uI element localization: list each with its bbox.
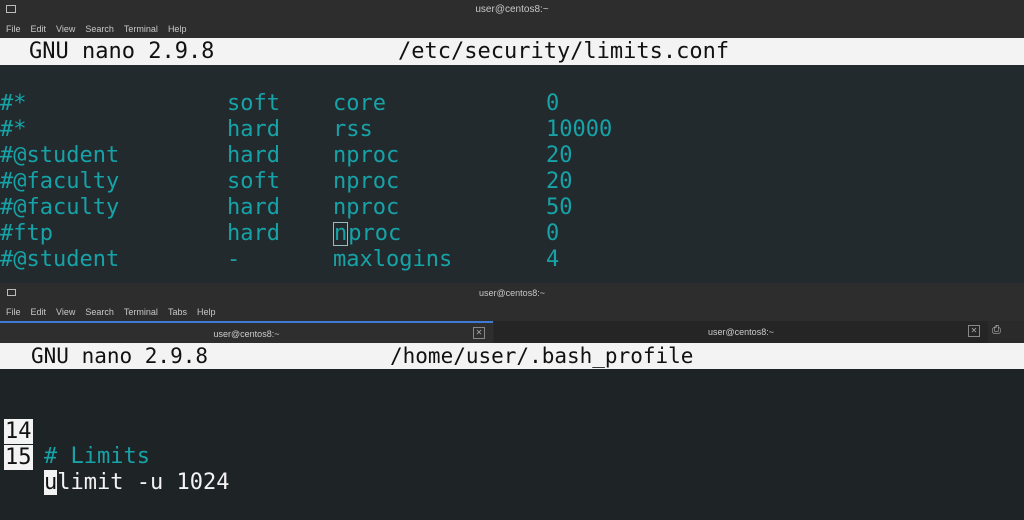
value-cell: 50 bbox=[546, 195, 573, 220]
domain-cell: #* bbox=[0, 117, 27, 142]
value-cell: 4 bbox=[546, 247, 560, 272]
front-window-menubar: File Edit View Search Terminal Tabs Help bbox=[0, 303, 1024, 321]
front-terminal-window[interactable]: user@centos8:~ File Edit View Search Termina… bbox=[0, 283, 1024, 495]
menu-search[interactable]: Search bbox=[85, 307, 114, 317]
domain-cell: #ftp bbox=[0, 221, 53, 246]
domain-cell: #@student bbox=[0, 143, 120, 168]
menu-search[interactable]: Search bbox=[85, 24, 114, 34]
line-number: 15 bbox=[4, 445, 33, 470]
menu-help[interactable]: Help bbox=[197, 307, 216, 317]
type-cell: soft bbox=[227, 169, 280, 194]
menu-edit[interactable]: Edit bbox=[31, 24, 47, 34]
item-cell: nproc bbox=[333, 195, 400, 220]
type-cell: hard bbox=[227, 195, 280, 220]
text-cursor: u bbox=[44, 470, 58, 495]
type-cell: - bbox=[227, 247, 241, 272]
editor-line: 14 # Limits bbox=[0, 394, 150, 469]
nano-version: GNU nano 2.9.8 bbox=[29, 39, 215, 64]
nano-filename: /home/user/.bash_profile bbox=[390, 344, 694, 368]
type-cell: hard bbox=[227, 221, 280, 246]
editor-body[interactable]: 14 # Limits 15 ulimit -u 1024 bbox=[0, 369, 1024, 495]
item-cell-rest: proc bbox=[348, 221, 402, 246]
type-cell: hard bbox=[227, 117, 280, 142]
menu-terminal[interactable]: Terminal bbox=[124, 24, 158, 34]
value-cell: 20 bbox=[546, 143, 573, 168]
nano-version: GNU nano 2.9.8 bbox=[31, 344, 209, 368]
tab-label: user@centos8:~ bbox=[708, 327, 774, 337]
menu-file[interactable]: File bbox=[6, 24, 21, 34]
domain-cell: #* bbox=[0, 91, 27, 116]
item-cell: nproc bbox=[333, 143, 400, 168]
item-cell: rss bbox=[333, 117, 373, 142]
value-cell: 10000 bbox=[546, 117, 613, 142]
close-tab-icon[interactable]: ✕ bbox=[473, 327, 485, 339]
menu-edit[interactable]: Edit bbox=[31, 307, 47, 317]
front-window-title: user@centos8:~ bbox=[479, 288, 545, 298]
line-text: ulimit -u 1024 bbox=[44, 470, 229, 495]
line-text-rest: limit -u 1024 bbox=[57, 470, 230, 495]
menu-tabs[interactable]: Tabs bbox=[168, 307, 187, 317]
menu-file[interactable]: File bbox=[6, 307, 21, 317]
limits-row: #@faculty hard nproc 50 bbox=[0, 195, 573, 221]
limits-row: #@student - maxlogins 4 bbox=[0, 247, 559, 273]
text-cursor: n bbox=[333, 221, 349, 246]
back-window-title: user@centos8:~ bbox=[475, 4, 549, 15]
type-cell: soft bbox=[227, 91, 280, 116]
tab-active[interactable]: user@centos8:~ ✕ bbox=[0, 321, 493, 345]
item-cell-with-cursor: nproc bbox=[333, 221, 401, 246]
front-window-titlebar[interactable]: user@centos8:~ bbox=[0, 283, 1024, 303]
close-tab-icon[interactable]: ✕ bbox=[968, 325, 980, 337]
tab-menu-icon[interactable]: ⎙ bbox=[992, 324, 1006, 338]
tab-bar: user@centos8:~ ✕ user@centos8:~ ✕ ⎙ bbox=[0, 321, 1024, 345]
limits-row: #* hard rss 10000 bbox=[0, 117, 612, 143]
menu-terminal[interactable]: Terminal bbox=[124, 307, 158, 317]
tab-inactive[interactable]: user@centos8:~ ✕ bbox=[494, 321, 988, 343]
menu-help[interactable]: Help bbox=[168, 24, 187, 34]
value-cell: 20 bbox=[546, 169, 573, 194]
value-cell: 0 bbox=[546, 221, 560, 246]
domain-cell: #@student bbox=[0, 247, 120, 272]
back-window-menubar: File Edit View Search Terminal Help bbox=[0, 20, 1024, 38]
menu-view[interactable]: View bbox=[56, 24, 75, 34]
back-window-titlebar[interactable]: user@centos8:~ bbox=[0, 0, 1024, 20]
limits-row: #@faculty soft nproc 20 bbox=[0, 169, 573, 195]
editor-body[interactable]: #* soft core 0 #* hard rss 10000 #@student hard… bbox=[0, 65, 1024, 283]
limits-row: #* soft core 0 bbox=[0, 91, 559, 117]
item-cell: maxlogins bbox=[333, 247, 453, 272]
nano-filename: /etc/security/limits.conf bbox=[398, 39, 730, 64]
value-cell: 0 bbox=[546, 91, 560, 116]
editor-line: 15 ulimit -u 1024 bbox=[0, 420, 229, 495]
nano-header: GNU nano 2.9.8 /etc/security/limits.conf bbox=[0, 38, 1024, 65]
limits-row: #ftp hard nproc 0 bbox=[0, 221, 559, 247]
menu-view[interactable]: View bbox=[56, 307, 75, 317]
nano-header: GNU nano 2.9.8 /home/user/.bash_profile bbox=[0, 343, 1024, 369]
tab-label: user@centos8:~ bbox=[213, 329, 280, 339]
limits-row: #@student hard nproc 20 bbox=[0, 143, 573, 169]
back-terminal-window[interactable]: user@centos8:~ File Edit View Search Termina… bbox=[0, 0, 1024, 283]
item-cell: nproc bbox=[333, 169, 400, 194]
type-cell: hard bbox=[227, 143, 280, 168]
domain-cell: #@faculty bbox=[0, 169, 120, 194]
domain-cell: #@faculty bbox=[0, 195, 120, 220]
item-cell: core bbox=[333, 91, 386, 116]
